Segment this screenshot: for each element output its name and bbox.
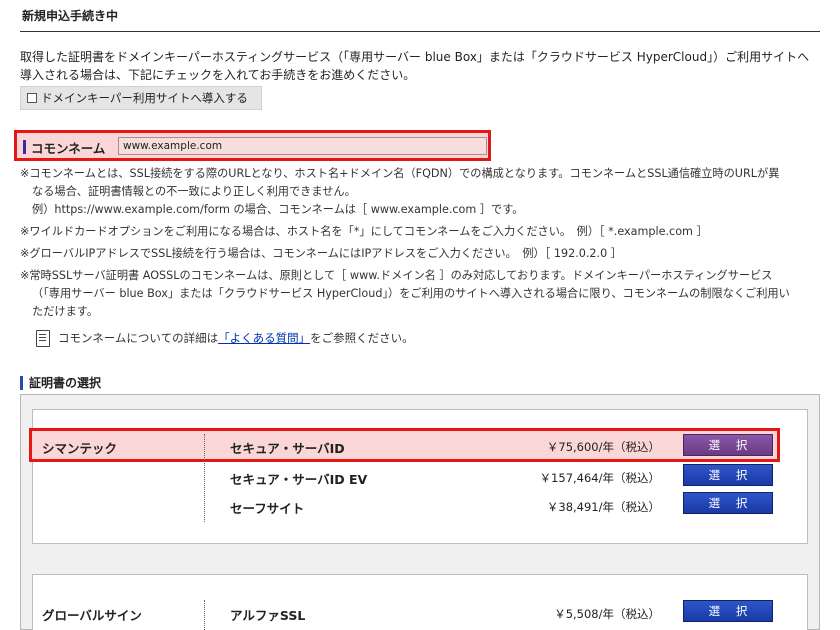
- common-name-section: コモンネーム: [14, 130, 491, 161]
- product-name: セーフサイト: [230, 501, 305, 516]
- note-aossl-line3: ただけます。: [32, 305, 99, 318]
- vendor-divider: [204, 600, 205, 630]
- product-name: アルファSSL: [230, 608, 306, 623]
- section-marker-bar: [23, 140, 26, 154]
- intro-text: 取得した証明書をドメインキーパーホスティングサービス（「専用サーバー blue …: [20, 50, 810, 82]
- product-price: ￥75,600/年（税込）: [546, 440, 660, 454]
- domainkeeper-checkbox-row[interactable]: ドメインキーパー利用サイトへ導入する: [20, 86, 262, 110]
- domainkeeper-checkbox[interactable]: [27, 93, 37, 103]
- common-name-input[interactable]: [118, 137, 487, 155]
- vendor-name-globalsign: グローバルサイン: [42, 608, 142, 623]
- select-button-alphassl[interactable]: 選 択: [683, 600, 773, 622]
- product-name: セキュア・サーバID EV: [230, 472, 368, 487]
- faq-link[interactable]: 「よくある質問」: [218, 331, 310, 345]
- section-marker-bar: [20, 375, 23, 390]
- product-price: ￥38,491/年（税込）: [546, 500, 660, 514]
- cert-section-title: 証明書の選択: [29, 376, 102, 390]
- common-name-notes: ※コモンネームとは、SSL接続をする際のURLとなり、ホスト名+ドメイン名（FQ…: [20, 165, 820, 321]
- note-fqdn-line2: なる場合、証明書情報との不一致により正しく利用できません。: [32, 185, 356, 198]
- select-button-secure-server-id[interactable]: 選 択: [683, 434, 773, 456]
- note-fqdn-example: 例）https://www.example.com/form の場合、コモンネー…: [32, 203, 524, 216]
- select-button-safe-site[interactable]: 選 択: [683, 492, 773, 514]
- page: 新規申込手続き中 取得した証明書をドメインキーパーホスティングサービス（「専用サ…: [0, 0, 840, 630]
- note-fqdn-line1: ※コモンネームとは、SSL接続をする際のURLとなり、ホスト名+ドメイン名（FQ…: [20, 167, 780, 180]
- selected-row-highlight: [29, 428, 780, 462]
- faq-suffix: をご参照ください。: [310, 331, 414, 345]
- product-price: ￥5,508/年（税込）: [554, 607, 660, 621]
- common-name-label: コモンネーム: [31, 141, 106, 156]
- document-icon: [36, 329, 50, 347]
- select-button-secure-server-id-ev[interactable]: 選 択: [683, 464, 773, 486]
- note-global-ip: ※グローバルIPアドレスでSSL接続を行う場合は、コモンネームにはIPアドレスを…: [20, 247, 622, 260]
- note-aossl-line1: ※常時SSLサーバ証明書 AOSSLのコモンネームは、原則として［ www.ドメ…: [20, 269, 773, 282]
- product-name: セキュア・サーバID: [230, 441, 345, 456]
- title-divider: [20, 31, 820, 32]
- faq-prefix: コモンネームについての詳細は: [58, 331, 219, 345]
- faq-row: コモンネームについての詳細は「よくある質問」をご参照ください。: [36, 326, 414, 350]
- cert-section-heading: 証明書の選択: [20, 374, 101, 391]
- vendor-name-symantec: シマンテック: [42, 441, 118, 456]
- page-title: 新規申込手続き中: [22, 9, 119, 23]
- note-aossl-line2: （「専用サーバー blue Box」または「クラウドサービス HyperClou…: [32, 287, 790, 300]
- vendor-divider: [204, 434, 205, 522]
- domainkeeper-checkbox-label[interactable]: ドメインキーパー利用サイトへ導入する: [41, 90, 248, 106]
- note-wildcard: ※ワイルドカードオプションをご利用になる場合は、ホスト名を「*」にしてコモンネー…: [20, 225, 708, 238]
- product-price: ￥157,464/年（税込）: [539, 471, 660, 485]
